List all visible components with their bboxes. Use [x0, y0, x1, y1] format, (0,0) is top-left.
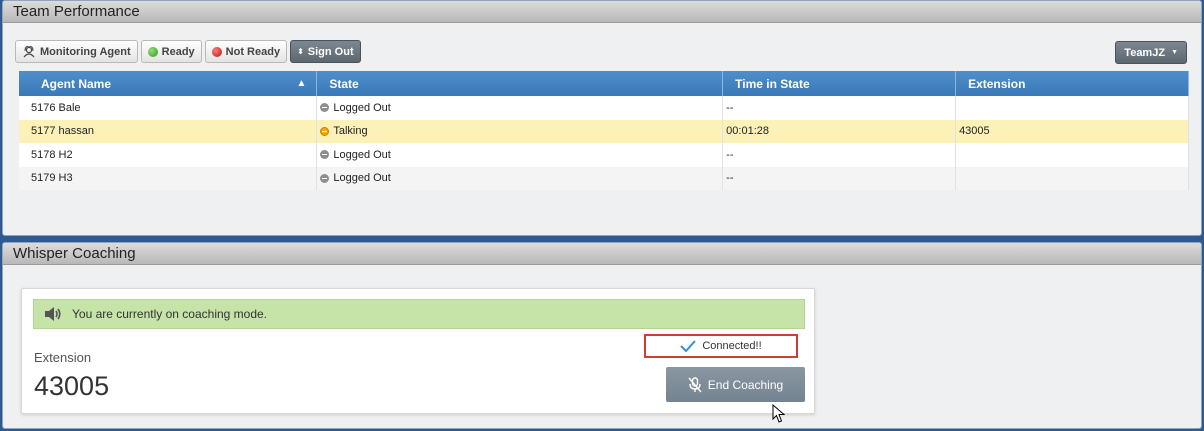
time-cell: --	[722, 143, 957, 167]
ready-label: Ready	[161, 45, 195, 58]
state-label: Logged Out	[333, 148, 391, 161]
not-ready-label: Not Ready	[225, 45, 281, 58]
sign-out-icon: ⬍	[297, 47, 304, 56]
state-cell: Logged Out	[316, 143, 724, 167]
ready-icon	[147, 46, 158, 57]
time-cell: --	[722, 166, 957, 190]
end-coaching-label: End Coaching	[707, 377, 784, 392]
state-cell: Logged Out	[316, 166, 724, 190]
whisper-coaching-panel: Whisper Coaching You are currently on co…	[2, 242, 1202, 429]
not-ready-button[interactable]: Not Ready	[204, 40, 288, 63]
extension-label: Extension	[34, 350, 92, 365]
agent-name-cell: 5179 H3	[19, 166, 318, 190]
state-label: Logged Out	[333, 172, 391, 185]
talking-icon	[320, 126, 330, 136]
connection-status: Connected!!	[644, 334, 798, 358]
extension-value: 43005	[34, 371, 110, 401]
speaker-icon	[45, 307, 61, 321]
team-selector-dropdown[interactable]: TeamJZ ▼	[1115, 41, 1187, 64]
extension-cell: 43005	[955, 119, 1189, 143]
coaching-alert: You are currently on coaching mode.	[33, 299, 805, 329]
monitoring-agent-button[interactable]: Monitoring Agent	[15, 40, 138, 63]
table-header-row: Agent Name ▲ State Time in State Extensi…	[19, 71, 1189, 96]
table-row[interactable]: 5177 hassan Talking 00:01:28 43005	[19, 119, 1189, 143]
agent-toolbar: Monitoring Agent Ready Not Ready ⬍ Sign …	[15, 40, 361, 64]
table-row[interactable]: 5179 H3 Logged Out --	[19, 166, 1189, 190]
column-header-state[interactable]: State	[316, 71, 724, 96]
column-header-time-in-state[interactable]: Time in State	[722, 71, 957, 96]
state-label: Logged Out	[333, 101, 391, 114]
column-header-extension[interactable]: Extension	[955, 71, 1189, 96]
coaching-alert-text: You are currently on coaching mode.	[72, 307, 268, 321]
agent-name-cell: 5178 H2	[19, 143, 318, 167]
agent-name-cell: 5177 hassan	[19, 119, 318, 143]
state-cell: Logged Out	[316, 96, 724, 120]
column-header-agent-name[interactable]: Agent Name ▲	[19, 71, 318, 96]
mouse-cursor-icon	[772, 404, 786, 423]
sort-ascending-icon: ▲	[296, 78, 307, 89]
headset-icon	[23, 45, 35, 57]
team-selector-label: TeamJZ	[1124, 46, 1166, 59]
whisper-coaching-title: Whisper Coaching	[3, 243, 1201, 265]
state-cell: Talking	[316, 119, 724, 143]
coaching-card: You are currently on coaching mode. Exte…	[21, 288, 815, 423]
extension-cell	[955, 143, 1189, 167]
extension-cell	[955, 96, 1189, 120]
time-cell: 00:01:28	[722, 119, 957, 143]
column-header-label: Agent Name	[41, 76, 112, 91]
table-row[interactable]: 5178 H2 Logged Out --	[19, 143, 1189, 167]
ready-button[interactable]: Ready	[140, 40, 202, 63]
team-performance-title: Team Performance	[3, 1, 1201, 23]
agent-name-cell: 5176 Bale	[19, 96, 318, 120]
table-row[interactable]: 5176 Bale Logged Out --	[19, 96, 1189, 120]
end-coaching-button[interactable]: End Coaching	[666, 367, 805, 402]
state-label: Talking	[333, 125, 368, 138]
monitoring-agent-label: Monitoring Agent	[40, 45, 131, 58]
logged-out-icon	[320, 103, 330, 113]
microphone-muted-icon	[688, 376, 702, 392]
sign-out-label: Sign Out	[307, 45, 354, 58]
extension-cell	[955, 166, 1189, 190]
team-performance-panel: Team Performance Monitoring Agent Ready …	[2, 0, 1202, 236]
not-ready-icon	[211, 46, 222, 57]
time-cell: --	[722, 96, 957, 120]
agent-table: Agent Name ▲ State Time in State Extensi…	[19, 71, 1189, 190]
checkmark-icon	[680, 340, 697, 352]
chevron-down-icon: ▼	[1171, 49, 1178, 56]
logged-out-icon	[320, 173, 330, 183]
sign-out-button[interactable]: ⬍ Sign Out	[290, 40, 361, 63]
connection-status-text: Connected!!	[702, 340, 762, 352]
logged-out-icon	[320, 150, 330, 160]
